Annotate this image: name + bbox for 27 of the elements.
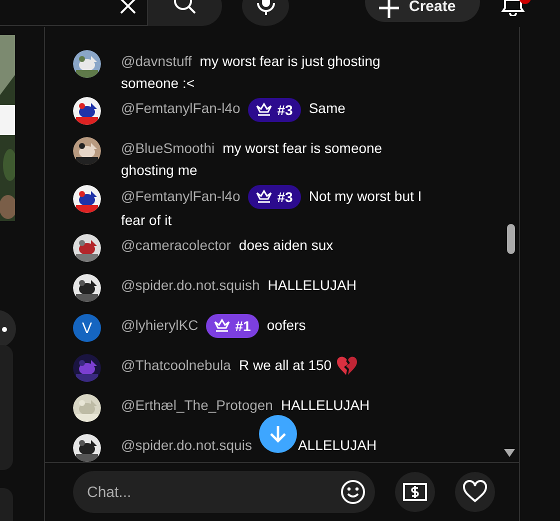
rank-badge: #3 <box>248 185 301 210</box>
smiley-icon[interactable] <box>339 478 367 506</box>
chat-message: @Erthæl_The_Protogen HALLELUJAH <box>121 396 371 416</box>
scroll-down-icon[interactable] <box>504 449 515 457</box>
scrollbar-thumb[interactable] <box>507 224 515 254</box>
bell-icon[interactable] <box>500 0 526 16</box>
chat-message: @Thatcoolnebula R we all at 150 <box>121 354 435 376</box>
chat-message: @spider.do.not.squish HALLELUJAH <box>121 276 358 296</box>
chat-message: @cameracolector does aiden sux <box>121 236 334 256</box>
rank-badge: #1 <box>206 314 259 338</box>
heart-icon <box>462 480 488 504</box>
dollar-bill-icon <box>402 481 428 503</box>
close-icon[interactable] <box>118 0 138 16</box>
plus-icon <box>379 0 399 18</box>
avatar: V <box>73 314 101 342</box>
chat-message: @BlueSmoothi my worst fear is someone ghosting me <box>121 139 384 180</box>
arrow-down-icon <box>268 424 288 444</box>
chat-message: @davnstuff my worst fear is just ghosting someone :< <box>121 52 382 93</box>
chat-message: @spider.do.not.squis ALLELUJAH <box>121 436 378 456</box>
rank-badge: #3 <box>248 98 301 122</box>
create-button[interactable]: Create <box>365 0 480 22</box>
like-button[interactable] <box>455 472 495 512</box>
chat-message: @FemtanylFan-l4o #3 Same <box>121 97 435 122</box>
chat-message: @lyhierylKC #1 oofers <box>121 314 435 338</box>
jump-to-bottom-button[interactable] <box>259 415 297 453</box>
super-chat-button[interactable] <box>395 472 435 512</box>
chat-input-field[interactable]: Chat... <box>73 471 375 513</box>
